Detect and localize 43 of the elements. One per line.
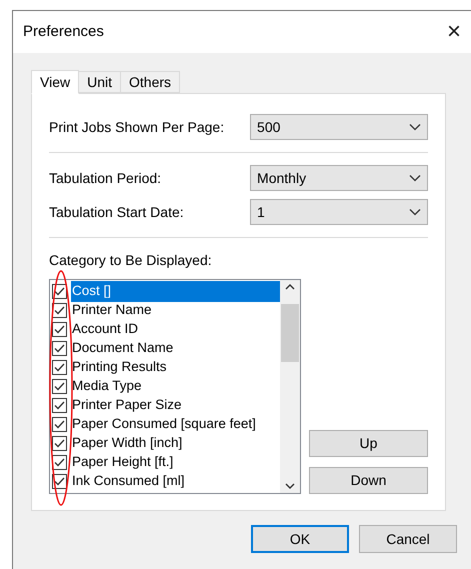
chevron-down-icon[interactable] [285, 483, 295, 490]
list-item[interactable]: Paper Width [inch] [71, 433, 280, 454]
checkbox[interactable] [52, 322, 67, 337]
tab[interactable]: View [31, 70, 80, 94]
list-item[interactable]: Paper Consumed [square feet] [71, 414, 280, 435]
checkbox[interactable] [52, 417, 67, 432]
list-item[interactable]: Account ID [71, 319, 280, 340]
chevron-down-icon [409, 123, 421, 131]
dropdown[interactable]: 1 [250, 199, 428, 225]
list-item[interactable]: Printer Paper Size [71, 395, 280, 416]
scrollbar-thumb[interactable] [281, 304, 299, 362]
list-item[interactable]: Media Type [71, 376, 280, 397]
checkbox[interactable] [52, 379, 67, 394]
list-item[interactable]: Paper Height [ft.] [71, 452, 280, 473]
section-label: Category to Be Displayed: [49, 251, 213, 270]
checkbox[interactable] [52, 398, 67, 413]
window-title: Preferences [23, 22, 104, 42]
checkbox[interactable] [52, 360, 67, 375]
checkbox[interactable] [52, 436, 67, 451]
list-item[interactable]: Printer Name [71, 300, 280, 321]
checkbox[interactable] [52, 341, 67, 356]
list-item[interactable]: Printing Results [71, 357, 280, 378]
dropdown[interactable]: 500 [250, 114, 428, 140]
tab[interactable]: Others [121, 71, 180, 93]
scrollbar[interactable] [280, 280, 300, 493]
close-button[interactable]: × [446, 20, 461, 44]
chevron-up-icon[interactable] [285, 283, 295, 290]
dropdown[interactable]: Monthly [250, 165, 428, 191]
chevron-down-icon [409, 174, 421, 182]
move-button[interactable]: Up [309, 430, 428, 457]
checkbox[interactable] [52, 303, 67, 318]
field-label: Print Jobs Shown Per Page: [49, 118, 226, 137]
chevron-down-icon [409, 208, 421, 216]
move-button[interactable]: Down [309, 467, 428, 494]
dialog-button[interactable]: Cancel [359, 525, 457, 553]
tab[interactable]: Unit [79, 71, 121, 93]
checkbox[interactable] [52, 455, 67, 470]
list-item[interactable]: Ink Consumed [ml] [71, 471, 280, 492]
dialog-button[interactable]: OK [251, 525, 349, 553]
list-item[interactable]: Document Name [71, 338, 280, 359]
field-label: Tabulation Start Date: [49, 202, 185, 222]
list-item[interactable]: Cost [] [71, 281, 280, 302]
field-label: Tabulation Period: [49, 168, 162, 188]
